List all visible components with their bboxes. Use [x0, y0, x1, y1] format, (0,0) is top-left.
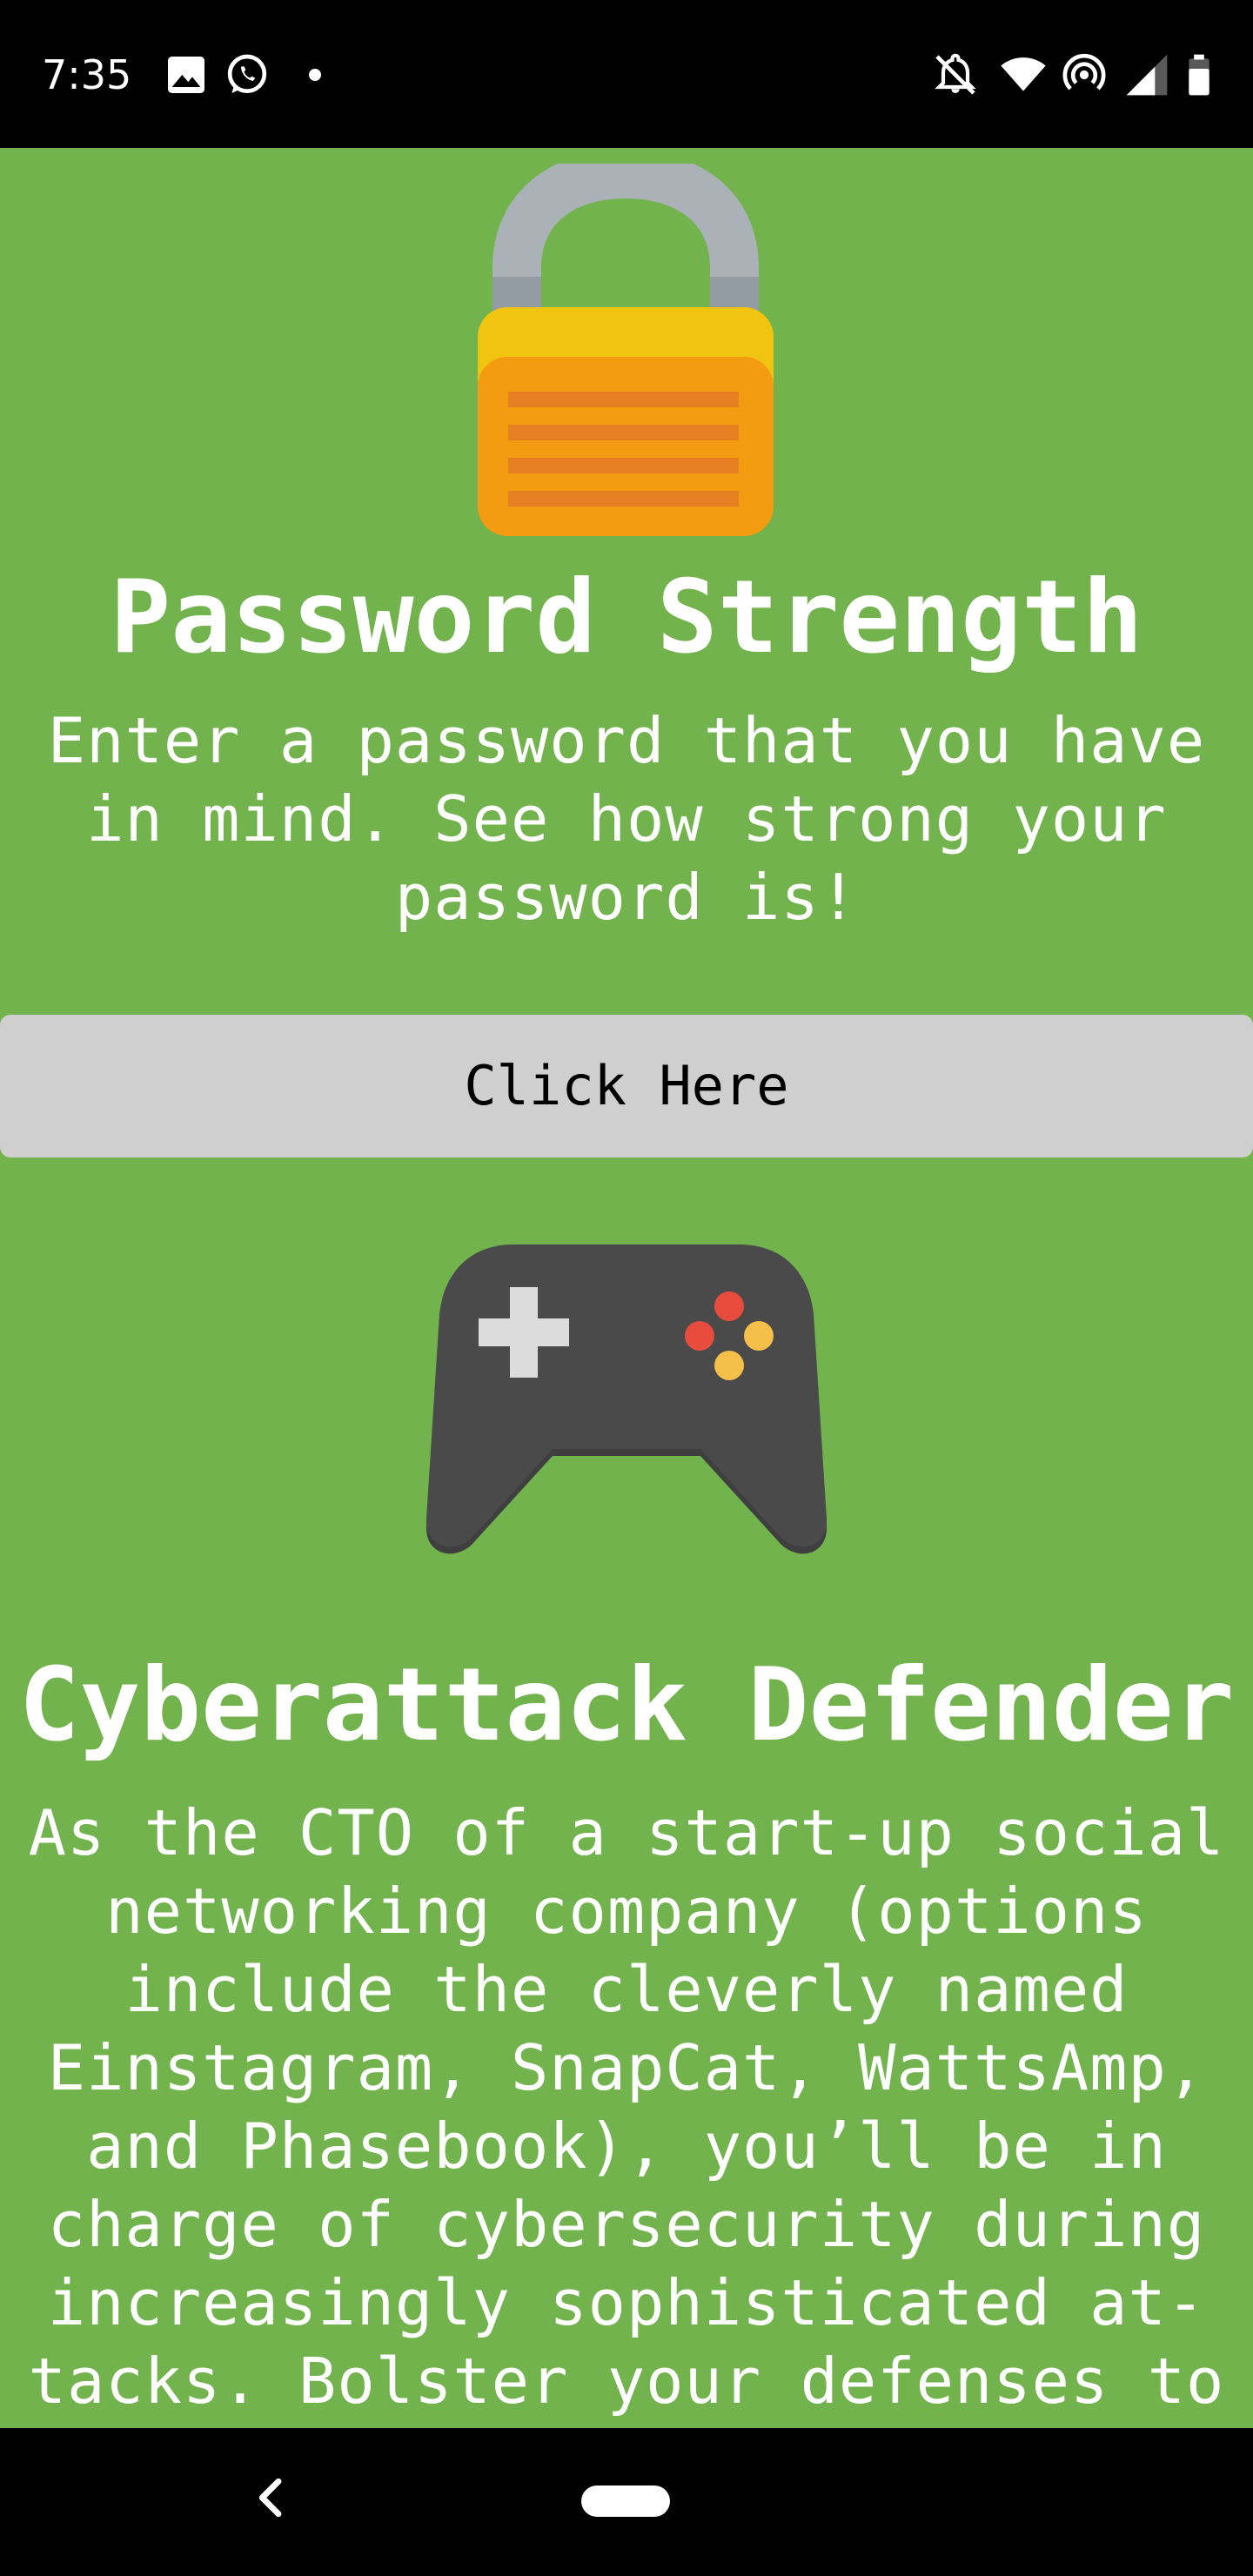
- main-content: Password Strength Enter a password that …: [0, 148, 1253, 2428]
- click-here-button[interactable]: Click Here: [0, 1015, 1253, 1157]
- whatsapp-icon: [227, 54, 267, 94]
- lock-icon: [478, 164, 774, 536]
- notifications-off-icon: [935, 53, 976, 95]
- description-line: increasingly sophisticated at-: [47, 2266, 1206, 2339]
- wifi-icon: [1001, 57, 1046, 91]
- section-description-password-strength: Enter a password that you have in mind. …: [0, 701, 1253, 936]
- section-title-cyberattack-defender: Cyberattack Defender: [18, 1647, 1235, 1764]
- navigation-bar: [0, 2428, 1253, 2576]
- image-icon: [168, 57, 204, 93]
- status-time: 7:35: [42, 51, 132, 98]
- status-bar: 7:35: [0, 0, 1253, 148]
- description-line: include the cleverly named: [124, 1953, 1129, 2026]
- description-line: Enter a password that you have: [47, 704, 1206, 777]
- back-icon[interactable]: [244, 2470, 299, 2526]
- dot-icon: [309, 69, 321, 81]
- description-line: tacks. Bolster your defenses to: [28, 2345, 1225, 2418]
- section-description-cyberattack-defender: As the CTO of a start-up social networki…: [0, 1794, 1253, 2420]
- section-title-password-strength: Password Strength: [110, 559, 1143, 676]
- description-line: As the CTO of a start-up social: [28, 1796, 1225, 1869]
- gamepad-icon: [425, 1244, 828, 1554]
- home-pill-icon[interactable]: [581, 2485, 670, 2517]
- cell-signal-icon: [1126, 54, 1168, 96]
- hotspot-icon: [1062, 53, 1106, 91]
- description-line: charge of cybersecurity during: [47, 2188, 1206, 2261]
- description-line: password is!: [394, 861, 859, 934]
- description-line: and Phasebook), you’ll be in: [86, 2110, 1167, 2183]
- battery-icon: [1189, 54, 1209, 96]
- description-line: Einstagram, SnapCat, WattsAmp,: [47, 2031, 1206, 2104]
- description-line: in mind. See how strong your: [86, 782, 1167, 855]
- description-line: networking company (options: [105, 1875, 1148, 1948]
